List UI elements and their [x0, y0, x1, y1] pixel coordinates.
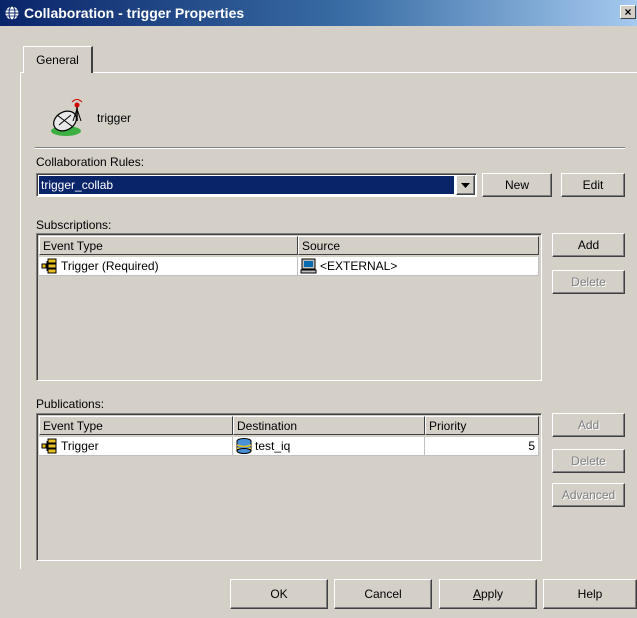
publications-add-button[interactable]: Add [552, 413, 625, 437]
table-row[interactable]: Trigger (Required) <EXTERNAL> [39, 257, 539, 276]
cell-event-type: Trigger [39, 437, 233, 456]
publications-advanced-label: Advanced [561, 488, 616, 502]
database-icon [236, 438, 252, 454]
object-name: trigger [97, 111, 132, 125]
event-type-icon [41, 258, 57, 274]
collab-rules-selected: trigger_collab [39, 176, 454, 194]
close-icon: × [624, 5, 632, 19]
header-separator [35, 147, 625, 149]
subscriptions-delete-button[interactable]: Delete [552, 270, 625, 294]
publications-delete-label: Delete [571, 454, 606, 468]
help-button[interactable]: Help [543, 579, 637, 609]
apply-label-rest: pply [481, 587, 504, 601]
new-button[interactable]: New [482, 173, 552, 197]
chevron-down-icon [461, 182, 470, 188]
title-bar[interactable]: Collaboration - trigger Properties × [0, 0, 637, 26]
collab-rules-label: Collaboration Rules: [36, 155, 145, 169]
column-header-event-type[interactable]: Event Type [39, 416, 233, 435]
new-button-label: New [504, 178, 529, 192]
cancel-button[interactable]: Cancel [334, 579, 432, 609]
tab-general[interactable]: General [23, 46, 93, 73]
apply-mnemonic: A [472, 587, 481, 601]
source-text: <EXTERNAL> [320, 259, 398, 273]
satellite-dish-icon [51, 99, 83, 136]
edit-button-label: Edit [582, 178, 604, 192]
publications-label: Publications: [36, 397, 105, 411]
publications-advanced-button[interactable]: Advanced [552, 483, 625, 507]
subscriptions-header: Event Type Source [39, 236, 539, 255]
collab-rules-combo[interactable]: trigger_collab [36, 173, 477, 197]
close-button[interactable]: × [620, 5, 636, 19]
event-type-text: Trigger [61, 439, 99, 453]
help-button-label: Help [577, 587, 603, 601]
subscriptions-add-label: Add [577, 238, 600, 252]
ok-button-label: OK [270, 587, 288, 601]
publications-header: Event Type Destination Priority [39, 416, 539, 435]
column-header-source[interactable]: Source [298, 236, 539, 255]
publications-delete-button[interactable]: Delete [552, 449, 625, 473]
publications-table[interactable]: Event Type Destination Priority Trigger [36, 413, 542, 561]
tab-general-label: General [36, 53, 79, 67]
globe-icon [4, 5, 20, 21]
apply-button[interactable]: Apply [439, 579, 537, 609]
edit-button[interactable]: Edit [561, 173, 625, 197]
publications-add-label: Add [577, 418, 600, 432]
priority-text: 5 [528, 439, 535, 453]
subscriptions-label: Subscriptions: [36, 218, 112, 232]
cell-source: <EXTERNAL> [298, 257, 539, 276]
window-title: Collaboration - trigger Properties [24, 5, 245, 21]
column-header-priority[interactable]: Priority [425, 416, 539, 435]
cell-priority: 5 [425, 437, 539, 456]
event-type-text: Trigger (Required) [61, 259, 159, 273]
column-header-destination[interactable]: Destination [233, 416, 425, 435]
event-type-icon [41, 438, 57, 454]
dropdown-button[interactable] [456, 175, 475, 195]
cell-event-type: Trigger (Required) [39, 257, 298, 276]
subscriptions-delete-label: Delete [571, 275, 606, 289]
subscriptions-add-button[interactable]: Add [552, 233, 625, 257]
ok-button[interactable]: OK [230, 579, 328, 609]
column-header-event-type[interactable]: Event Type [39, 236, 298, 255]
computer-icon [300, 258, 317, 274]
destination-text: test_iq [255, 439, 291, 453]
table-row[interactable]: Trigger test_iq 5 [39, 437, 539, 456]
cell-destination: test_iq [233, 437, 425, 456]
subscriptions-table[interactable]: Event Type Source Trigger (Required) <EX… [36, 233, 542, 381]
apply-button-label: Apply [473, 587, 503, 601]
cancel-button-label: Cancel [364, 587, 402, 601]
